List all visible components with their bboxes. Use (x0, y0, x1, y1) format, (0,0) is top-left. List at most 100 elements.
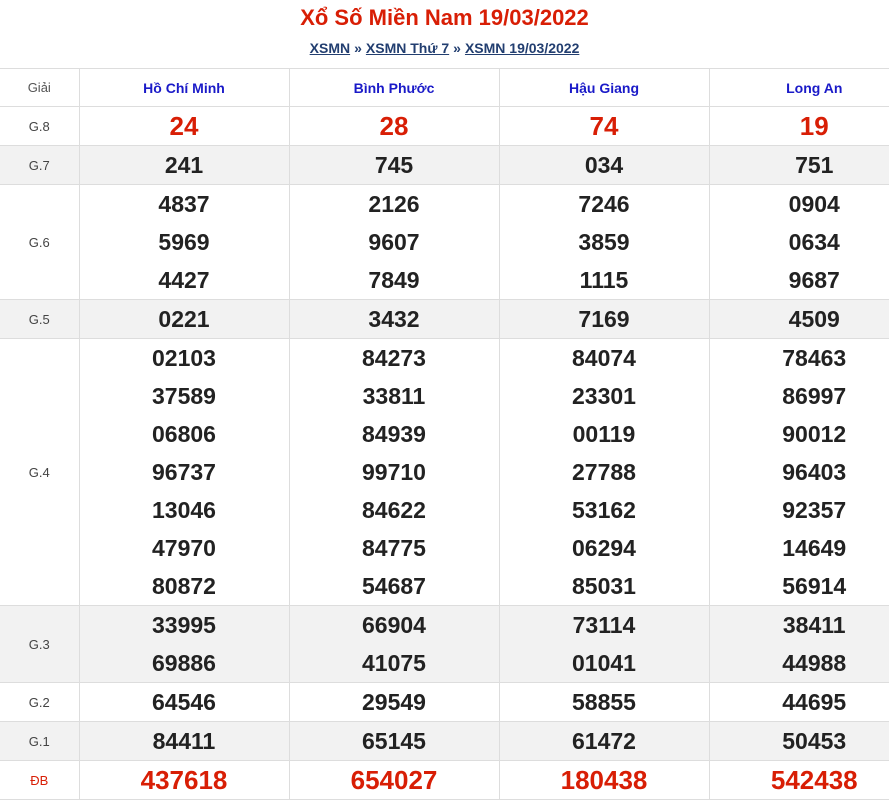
result-number: 80872 (152, 573, 216, 599)
breadcrumb-link-xsmn[interactable]: XSMN (310, 40, 350, 56)
breadcrumb-link-xsmn-date[interactable]: XSMN 19/03/2022 (465, 40, 579, 56)
province-header: Bình Phước (288, 68, 500, 107)
result-number: 0221 (158, 306, 210, 332)
result-number: 29549 (362, 689, 426, 715)
result-cell: 7169 (498, 299, 710, 339)
result-number: 99710 (362, 459, 426, 485)
prize-label: G.2 (0, 682, 80, 722)
result-number: 33995 (152, 612, 216, 638)
result-cell: 02103 37589 06806 96737 13046 47970 80872 (78, 338, 290, 606)
result-cell: 745 (288, 145, 500, 185)
result-number: 61472 (572, 728, 636, 754)
prize-column-header: Giải (0, 68, 80, 107)
result-number: 84939 (362, 421, 426, 447)
result-number: 06294 (572, 535, 636, 561)
result-cell: 7246 3859 1115 (498, 184, 710, 300)
result-number: 01041 (572, 650, 636, 676)
table-row: G.6 4837 5969 4427 2126 9607 7849 7246 3859 1115 0… (0, 184, 889, 300)
result-number: 74 (589, 111, 619, 141)
result-number: 64546 (152, 689, 216, 715)
result-number: 69886 (152, 650, 216, 676)
result-cell: 74 (498, 106, 710, 146)
result-number: 24 (169, 111, 199, 141)
result-number: 7169 (578, 306, 630, 332)
result-number: 78463 (782, 345, 847, 371)
result-number: 5969 (158, 229, 210, 255)
result-number: 33811 (362, 383, 426, 409)
result-number: 28 (379, 111, 409, 141)
result-number: 180438 (560, 765, 648, 795)
result-cell: 33995 69886 (78, 605, 290, 683)
table-row: G.8 24 28 74 19 (0, 106, 889, 146)
table-header-row: Giải Hồ Chí Minh Bình Phước Hậu Giang Lo… (0, 68, 889, 107)
table-row: G.5 0221 3432 7169 4509 (0, 299, 889, 339)
result-cell: 66904 41075 (288, 605, 500, 683)
result-cell: 241 (78, 145, 290, 185)
result-number: 90012 (782, 421, 847, 447)
prize-label: G.6 (0, 184, 80, 300)
result-number: 7849 (368, 267, 420, 293)
result-cell: 38411 44988 (708, 605, 889, 683)
result-cell: 61472 (498, 721, 710, 761)
breadcrumb-separator: » (453, 40, 461, 56)
result-number: 751 (795, 152, 834, 178)
result-cell: 437618 (78, 760, 290, 800)
prize-label: G.1 (0, 721, 80, 761)
result-number: 9687 (788, 267, 840, 293)
result-number: 66904 (362, 612, 426, 638)
result-number: 84622 (362, 497, 426, 523)
result-cell: 44695 (708, 682, 889, 722)
province-header: Hồ Chí Minh (78, 68, 290, 107)
prize-label: G.8 (0, 106, 80, 146)
page-header: Xổ Số Miền Nam 19/03/2022 XSMN» XSMN Thứ … (0, 0, 889, 68)
result-cell: 28 (288, 106, 500, 146)
result-number: 034 (584, 152, 624, 178)
result-number: 3859 (578, 229, 630, 255)
result-cell: 654027 (288, 760, 500, 800)
result-number: 7246 (578, 191, 630, 217)
result-cell: 50453 (708, 721, 889, 761)
prize-label: ĐB (0, 760, 80, 800)
result-number: 2126 (368, 191, 420, 217)
table-row: ĐB 437618 654027 180438 542438 (0, 760, 889, 800)
breadcrumb-link-xsmn-thu-7[interactable]: XSMN Thứ 7 (366, 40, 449, 56)
results-table: Giải Hồ Chí Minh Bình Phước Hậu Giang Lo… (0, 68, 889, 800)
result-number: 56914 (782, 573, 847, 599)
result-cell: 64546 (78, 682, 290, 722)
result-number: 27788 (572, 459, 636, 485)
result-number: 0634 (788, 229, 840, 255)
result-number: 41075 (362, 650, 426, 676)
breadcrumb: XSMN» XSMN Thứ 7» XSMN 19/03/2022 (0, 39, 889, 57)
table-row: G.2 64546 29549 58855 44695 (0, 682, 889, 722)
prize-label: G.5 (0, 299, 80, 339)
province-header: Long An (708, 68, 889, 107)
result-number: 84273 (362, 345, 426, 371)
result-number: 50453 (782, 728, 847, 754)
result-number: 23301 (572, 383, 636, 409)
result-cell: 84411 (78, 721, 290, 761)
result-number: 84411 (152, 728, 216, 754)
result-cell: 84074 23301 00119 27788 53162 06294 85031 (498, 338, 710, 606)
result-number: 84074 (572, 345, 636, 371)
prize-label: G.4 (0, 338, 80, 606)
result-cell: 0221 (78, 299, 290, 339)
province-header: Hậu Giang (498, 68, 710, 107)
table-row: G.3 33995 69886 66904 41075 73114 01041 38411 44… (0, 605, 889, 683)
result-cell: 73114 01041 (498, 605, 710, 683)
result-number: 542438 (770, 765, 858, 795)
result-number: 02103 (152, 345, 216, 371)
result-number: 4427 (158, 267, 210, 293)
result-cell: 180438 (498, 760, 710, 800)
result-number: 06806 (152, 421, 216, 447)
result-number: 654027 (350, 765, 438, 795)
result-number: 96737 (152, 459, 216, 485)
prize-label: G.3 (0, 605, 80, 683)
result-number: 9607 (368, 229, 420, 255)
result-number: 53162 (572, 497, 636, 523)
result-cell: 0904 0634 9687 (708, 184, 889, 300)
result-number: 19 (799, 111, 829, 141)
result-number: 96403 (782, 459, 847, 485)
result-cell: 542438 (708, 760, 889, 800)
result-cell: 19 (708, 106, 889, 146)
result-cell: 58855 (498, 682, 710, 722)
